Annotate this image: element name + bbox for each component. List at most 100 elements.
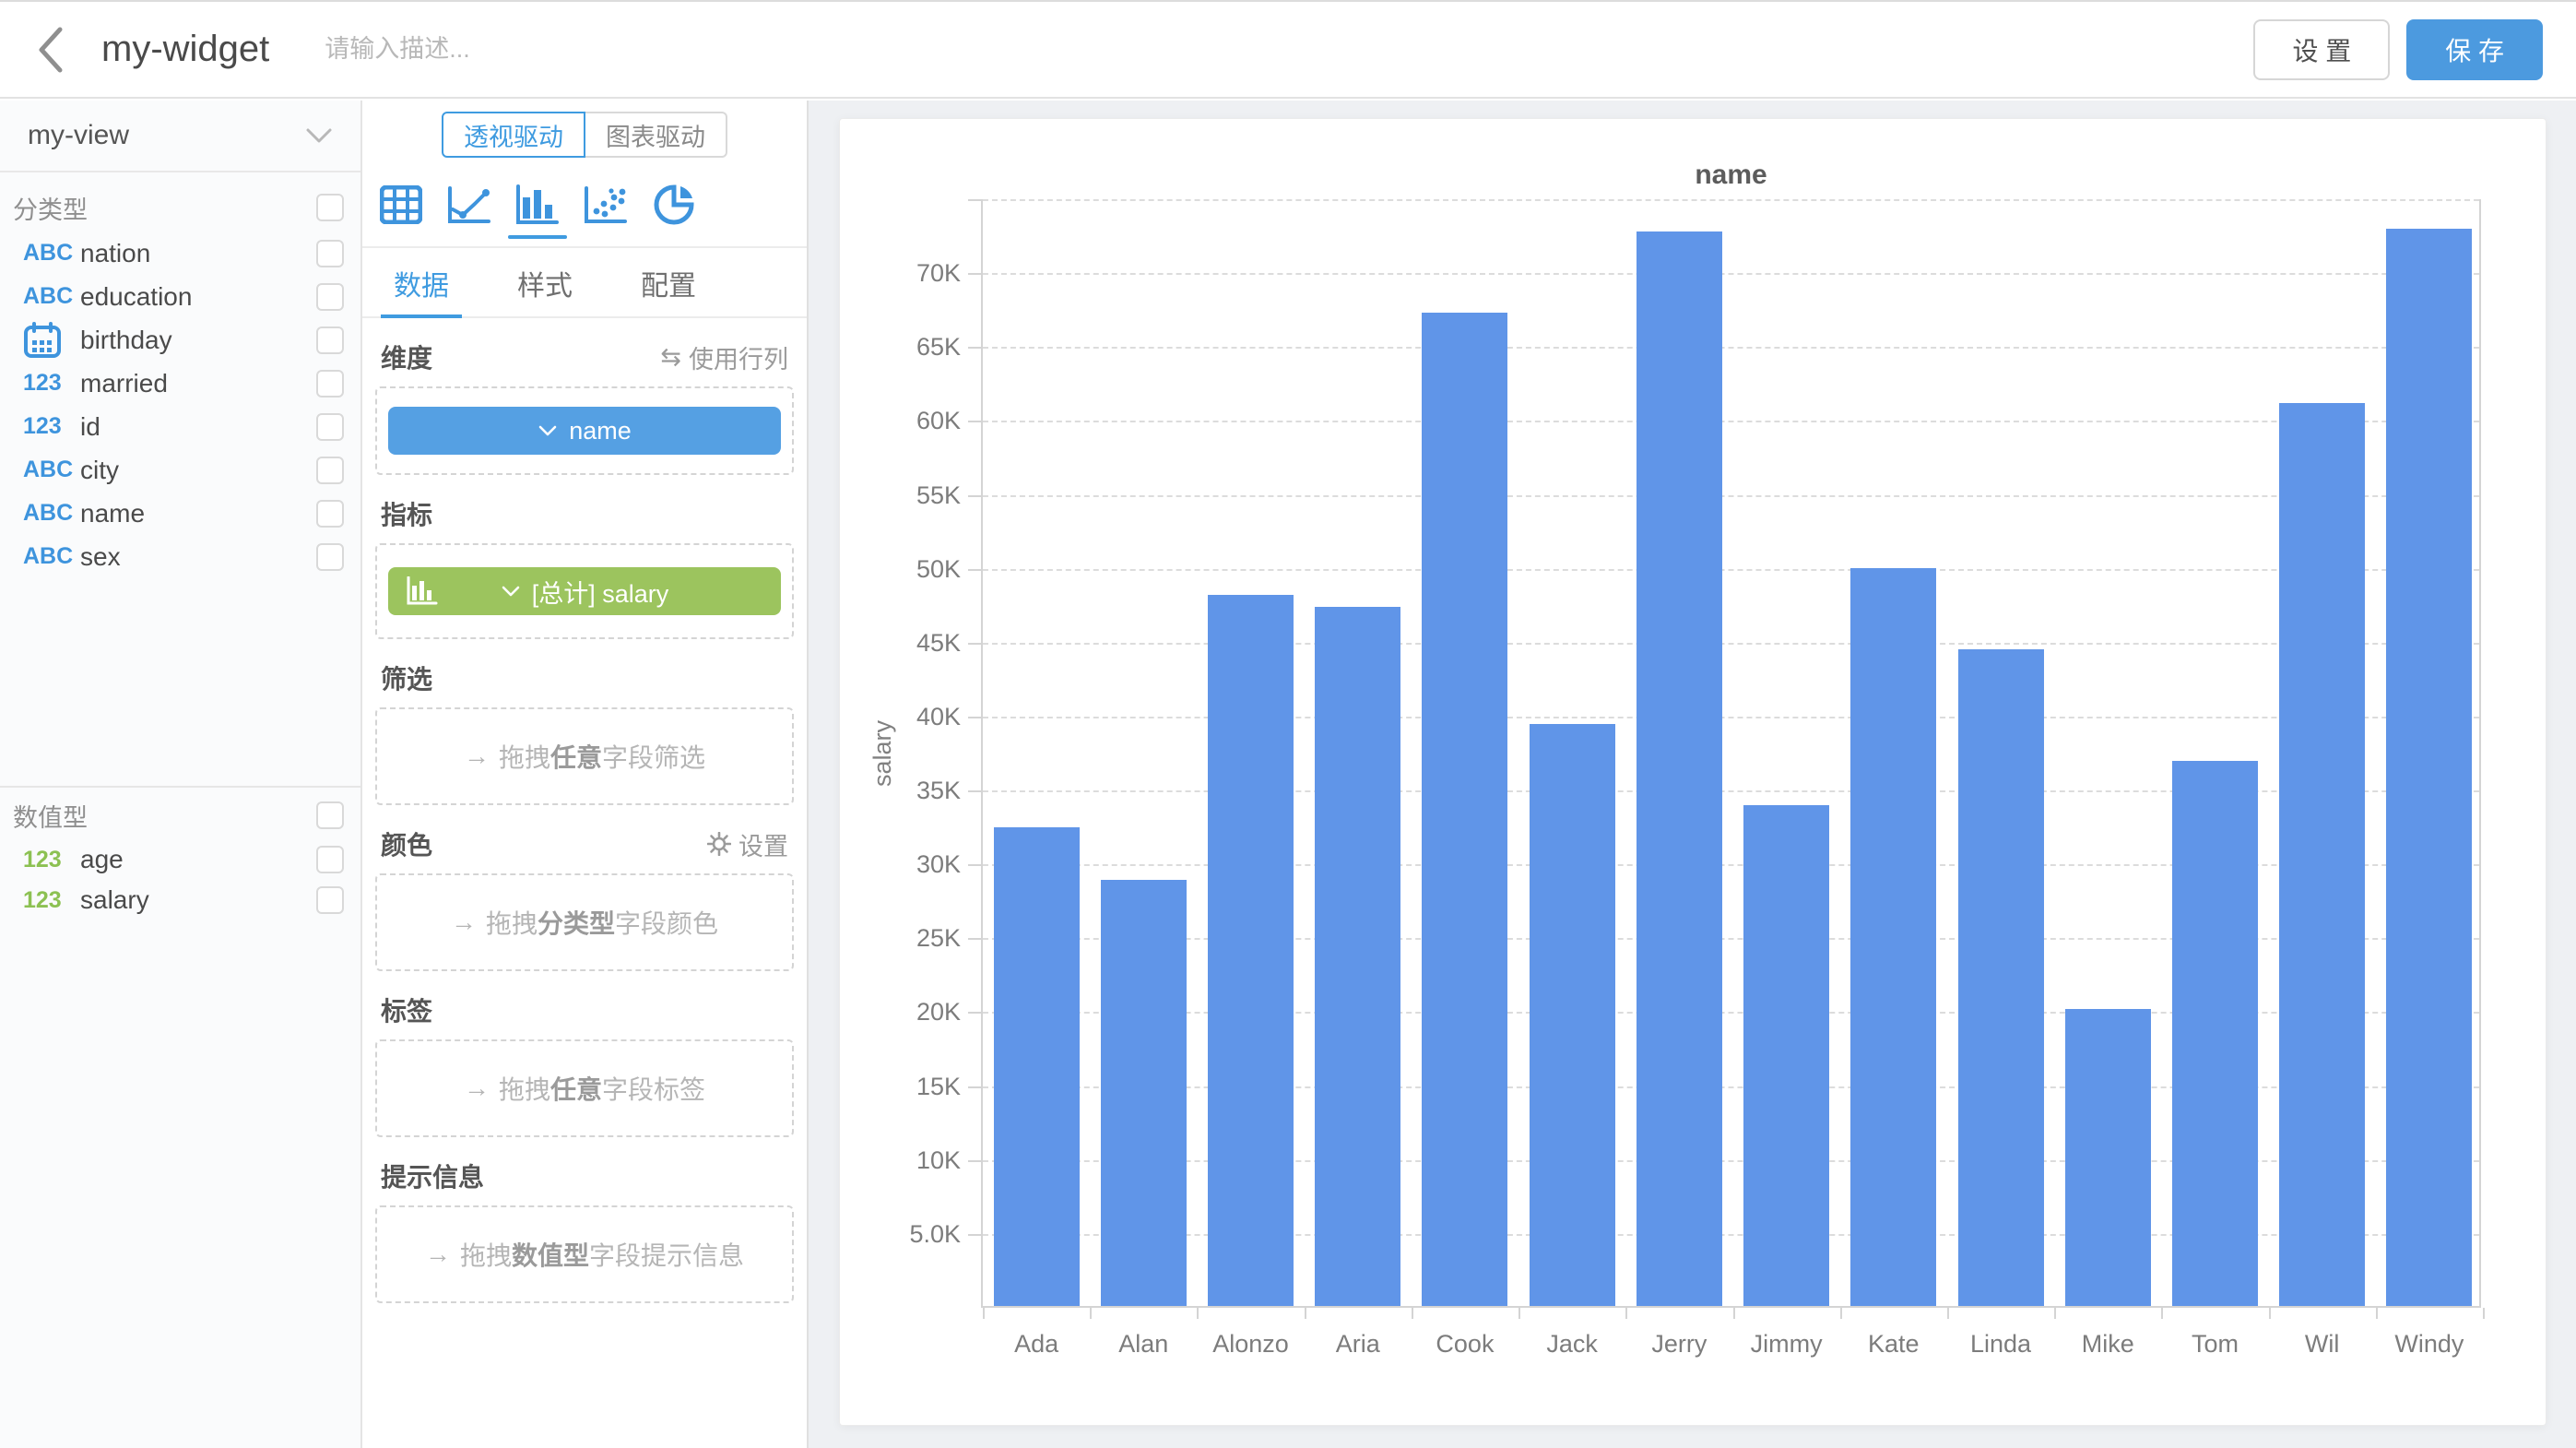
bar-tom[interactable] bbox=[2172, 761, 2258, 1306]
y-axis-tick bbox=[968, 717, 981, 718]
scatter-chart-icon[interactable] bbox=[582, 184, 630, 226]
field-checkbox[interactable] bbox=[316, 240, 344, 267]
bar-chart-icon[interactable] bbox=[514, 184, 561, 226]
sidebar-item-salary[interactable]: 123 salary bbox=[0, 880, 360, 920]
sidebar-item-age[interactable]: 123 age bbox=[0, 839, 360, 880]
tab-chart-driven[interactable]: 图表驱动 bbox=[585, 112, 727, 158]
bar-alan[interactable] bbox=[1101, 880, 1187, 1306]
sidebar-item-married[interactable]: 123 married bbox=[0, 362, 360, 405]
label-dropzone[interactable]: → 拖拽任意字段标签 bbox=[375, 1039, 794, 1137]
view-selector[interactable]: my-view bbox=[0, 101, 360, 172]
bar-aria[interactable] bbox=[1315, 607, 1400, 1306]
dimension-chip-name[interactable]: name bbox=[388, 407, 781, 455]
color-settings-button[interactable]: 设置 bbox=[707, 826, 788, 862]
sidebar-item-birthday[interactable]: birthday bbox=[0, 318, 360, 362]
x-axis-label: Jack bbox=[1518, 1330, 1625, 1359]
color-section-header: 颜色 设置 bbox=[375, 825, 794, 862]
description-input[interactable] bbox=[325, 35, 878, 64]
sidebar-item-education[interactable]: ABC education bbox=[0, 275, 360, 318]
y-axis-tick-label: 15K bbox=[859, 1072, 961, 1101]
x-axis-label: Alan bbox=[1090, 1330, 1197, 1359]
gridline bbox=[983, 569, 2479, 571]
x-axis-tick bbox=[1840, 1308, 1842, 1319]
label-section-header: 标签 bbox=[375, 991, 794, 1028]
bar-ada[interactable] bbox=[994, 827, 1080, 1306]
pie-chart-icon[interactable] bbox=[650, 184, 698, 226]
field-checkbox[interactable] bbox=[316, 886, 344, 914]
y-axis-tick bbox=[968, 347, 981, 349]
y-axis-tick bbox=[968, 643, 981, 645]
sidebar-item-nation[interactable]: ABC nation bbox=[0, 231, 360, 275]
field-checkbox[interactable] bbox=[316, 370, 344, 398]
bar-mike[interactable] bbox=[2065, 1009, 2151, 1306]
x-axis-tick bbox=[2161, 1308, 2163, 1319]
field-checkbox[interactable] bbox=[316, 413, 344, 441]
back-button[interactable] bbox=[0, 2, 101, 97]
bar-jerry[interactable] bbox=[1637, 231, 1722, 1306]
number-type-icon: 123 bbox=[23, 887, 80, 914]
y-axis-tick-label: 45K bbox=[859, 628, 961, 658]
bar-cook[interactable] bbox=[1422, 313, 1507, 1306]
metric-chip-salary[interactable]: [总计] salary bbox=[388, 567, 781, 615]
field-checkbox[interactable] bbox=[316, 283, 344, 311]
x-axis-tick bbox=[1197, 1308, 1199, 1319]
x-axis-tick bbox=[1412, 1308, 1413, 1319]
table-chart-icon[interactable] bbox=[377, 184, 425, 226]
section-checkbox[interactable] bbox=[316, 194, 344, 221]
chart-card: name salary 5.0K10K15K20K25K30K35K40K45K… bbox=[839, 118, 2546, 1426]
tab-settings[interactable]: 配置 bbox=[635, 248, 702, 316]
settings-button[interactable]: 设 置 bbox=[2253, 19, 2390, 80]
bar-jack[interactable] bbox=[1530, 724, 1615, 1306]
field-checkbox[interactable] bbox=[316, 543, 344, 571]
y-axis-tick bbox=[968, 199, 981, 201]
gridline bbox=[983, 495, 2479, 497]
tab-pivot-driven[interactable]: 透视驱动 bbox=[442, 112, 585, 158]
bar-linda[interactable] bbox=[1958, 649, 2044, 1306]
sidebar-item-id[interactable]: 123 id bbox=[0, 405, 360, 448]
app-window: my-widget 设 置 保 存 my-view 分类型 ABC nation bbox=[0, 0, 2576, 1448]
chevron-down-icon bbox=[501, 585, 521, 598]
field-checkbox[interactable] bbox=[316, 326, 344, 354]
color-dropzone[interactable]: → 拖拽分类型字段颜色 bbox=[375, 873, 794, 971]
bar-wil[interactable] bbox=[2279, 403, 2365, 1306]
text-type-icon: ABC bbox=[23, 500, 80, 527]
tab-style[interactable]: 样式 bbox=[512, 248, 578, 316]
driver-mode-tabs: 透视驱动 图表驱动 bbox=[362, 112, 807, 158]
bar-jimmy[interactable] bbox=[1743, 805, 1829, 1306]
dimension-dropzone[interactable]: name bbox=[375, 386, 794, 475]
field-checkbox[interactable] bbox=[316, 500, 344, 528]
chevron-down-icon bbox=[305, 127, 333, 144]
x-axis-tick bbox=[2376, 1308, 2378, 1319]
sidebar-divider bbox=[0, 786, 360, 788]
y-axis-tick bbox=[968, 421, 981, 422]
tooltip-dropzone[interactable]: → 拖拽数值型字段提示信息 bbox=[375, 1205, 794, 1303]
bar-kate[interactable] bbox=[1850, 568, 1936, 1306]
x-axis-tick bbox=[1090, 1308, 1092, 1319]
y-axis-tick bbox=[968, 569, 981, 571]
y-axis-tick-label: 70K bbox=[859, 258, 961, 288]
y-axis-tick-label: 25K bbox=[859, 923, 961, 953]
filter-dropzone[interactable]: → 拖拽任意字段筛选 bbox=[375, 707, 794, 805]
y-axis-tick bbox=[968, 273, 981, 275]
field-checkbox[interactable] bbox=[316, 457, 344, 484]
y-axis-tick bbox=[968, 1160, 981, 1162]
sidebar-item-sex[interactable]: ABC sex bbox=[0, 535, 360, 578]
field-checkbox[interactable] bbox=[316, 846, 344, 873]
sidebar-item-city[interactable]: ABC city bbox=[0, 448, 360, 492]
y-axis-tick-label: 5.0K bbox=[859, 1219, 961, 1249]
text-type-icon: ABC bbox=[23, 543, 80, 570]
bar-windy[interactable] bbox=[2386, 229, 2472, 1306]
tab-data[interactable]: 数据 bbox=[388, 248, 455, 316]
save-button[interactable]: 保 存 bbox=[2406, 19, 2543, 80]
section-checkbox[interactable] bbox=[316, 801, 344, 829]
metric-dropzone[interactable]: [总计] salary bbox=[375, 543, 794, 639]
y-axis-tick-label: 65K bbox=[859, 332, 961, 362]
y-axis-tick bbox=[968, 938, 981, 940]
line-chart-icon[interactable] bbox=[445, 184, 493, 226]
bar-alonzo[interactable] bbox=[1208, 595, 1294, 1306]
sidebar-item-name[interactable]: ABC name bbox=[0, 492, 360, 535]
x-axis-tick bbox=[1733, 1308, 1735, 1319]
x-axis-label: Alonzo bbox=[1197, 1330, 1304, 1359]
x-axis-label: Mike bbox=[2054, 1330, 2161, 1359]
use-rows-cols-button[interactable]: ⇆ 使用行列 bbox=[660, 339, 788, 375]
